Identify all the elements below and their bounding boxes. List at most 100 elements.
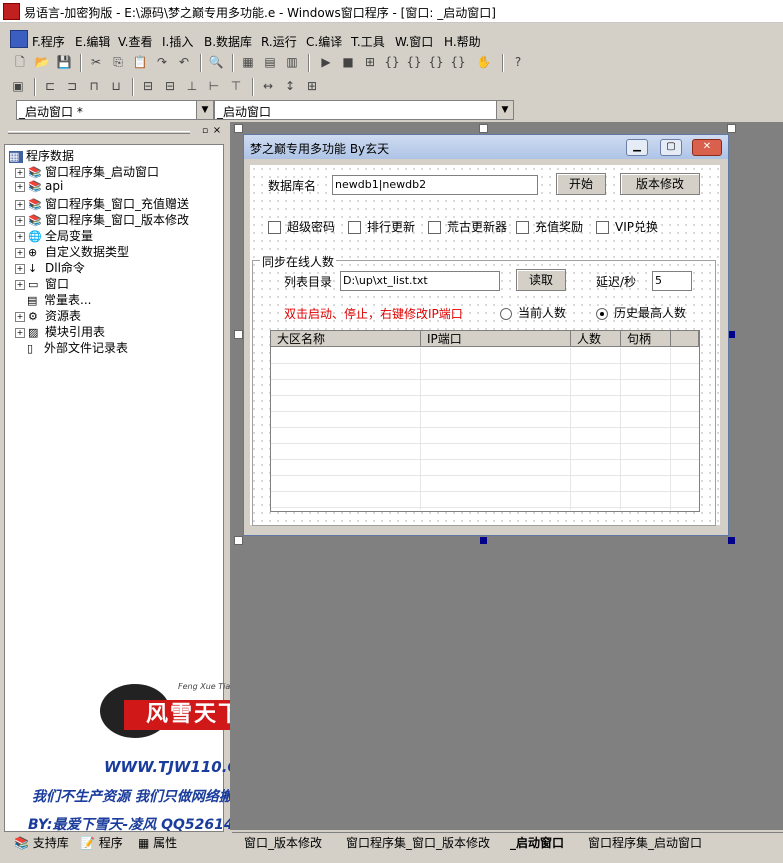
tab-assembly-startup[interactable]: 窗口程序集_启动窗口 xyxy=(588,834,702,850)
align-right-icon[interactable]: ⊐ xyxy=(64,78,80,94)
layout-3-icon[interactable]: ▥ xyxy=(284,54,300,70)
undo-icon[interactable]: ↶ xyxy=(176,54,192,70)
menu-view[interactable]: V.查看 xyxy=(118,33,152,50)
checkbox-icon[interactable] xyxy=(516,221,529,234)
expand-icon[interactable]: + xyxy=(15,181,25,192)
center-h-icon[interactable]: ⊟ xyxy=(140,78,156,94)
chevron-down-icon[interactable]: ▼ xyxy=(496,101,513,119)
server-list-grid[interactable]: 大区名称 IP端口 人数 句柄 xyxy=(270,330,700,512)
column-header-ip[interactable]: IP端口 xyxy=(421,331,571,347)
delay-input[interactable]: 5 xyxy=(652,271,692,291)
column-header-region[interactable]: 大区名称 xyxy=(271,331,421,347)
expand-icon[interactable]: + xyxy=(15,167,25,178)
checkbox-rank-update[interactable]: 排行更新 xyxy=(348,218,415,235)
resize-handle[interactable] xyxy=(234,330,243,339)
save-icon[interactable]: 💾 xyxy=(56,54,72,70)
tree-item[interactable]: + ▨ 模块引用表 xyxy=(15,323,105,340)
debug-1-icon[interactable]: ⊞ xyxy=(362,54,378,70)
start-button[interactable]: 开始 xyxy=(556,173,606,195)
tab-properties[interactable]: ▦ 属性 xyxy=(138,834,177,850)
run-to-icon[interactable]: {} xyxy=(450,54,466,70)
radio-max-count[interactable]: 历史最高人数 xyxy=(596,304,686,321)
tab-window-version[interactable]: 窗口_版本修改 xyxy=(244,834,322,850)
same-size-icon[interactable]: ⊤ xyxy=(228,78,244,94)
tree-item[interactable]: + 📚 窗口程序集_窗口_版本修改 xyxy=(15,211,189,228)
checkbox-recharge-reward[interactable]: 充值奖励 xyxy=(516,218,583,235)
menu-file[interactable]: F.程序 xyxy=(32,33,65,50)
minimize-icon[interactable]: ▁ xyxy=(626,139,648,156)
tab-startup-window[interactable]: _启动窗口 xyxy=(510,834,564,850)
resize-handle[interactable] xyxy=(727,124,736,133)
object-combo[interactable]: _启动窗口 * ▼ xyxy=(16,100,214,120)
close-icon[interactable]: ✕ xyxy=(692,139,722,156)
list-dir-input[interactable]: D:\up\xt_list.txt xyxy=(340,271,500,291)
maximize-icon[interactable]: ▢ xyxy=(660,139,682,156)
resize-handle[interactable] xyxy=(728,331,735,338)
tree-root[interactable]: ▦ 程序数据 xyxy=(9,147,74,164)
tab-assembly-version[interactable]: 窗口程序集_窗口_版本修改 xyxy=(346,834,490,850)
radio-current-count[interactable]: 当前人数 xyxy=(500,304,566,321)
checkbox-icon[interactable] xyxy=(348,221,361,234)
menu-run[interactable]: R.运行 xyxy=(261,33,297,50)
expand-icon[interactable]: + xyxy=(15,311,25,322)
column-header-handle[interactable]: 句柄 xyxy=(621,331,671,347)
grid-rows[interactable] xyxy=(271,348,699,510)
expand-icon[interactable]: + xyxy=(15,247,25,258)
cut-icon[interactable]: ✂ xyxy=(88,54,104,70)
event-combo[interactable]: _启动窗口 ▼ xyxy=(214,100,514,120)
same-height-icon[interactable]: ⊢ xyxy=(206,78,222,94)
new-file-icon[interactable]: 🗋 xyxy=(12,54,28,70)
hand-icon[interactable]: ✋ xyxy=(476,54,492,70)
tree-item[interactable]: + 🌐 全局变量 xyxy=(15,227,93,244)
layout-1-icon[interactable]: ▦ xyxy=(240,54,256,70)
expand-icon[interactable]: + xyxy=(15,199,25,210)
tree-item[interactable]: ▤ 常量表... xyxy=(27,291,91,308)
expand-icon[interactable]: + xyxy=(15,215,25,226)
tree-item[interactable]: + ▭ 窗口 xyxy=(15,275,69,292)
resize-handle[interactable] xyxy=(479,124,488,133)
read-button[interactable]: 读取 xyxy=(516,269,566,291)
checkbox-vip-exchange[interactable]: VIP兑换 xyxy=(596,218,658,235)
open-folder-icon[interactable]: 📂 xyxy=(34,54,50,70)
layout-2-icon[interactable]: ▤ xyxy=(262,54,278,70)
tree-item[interactable]: + ↓ Dll命令 xyxy=(15,259,85,276)
step-into-icon[interactable]: {} xyxy=(384,54,400,70)
tree-item[interactable]: + ⚙ 资源表 xyxy=(15,307,81,324)
menu-database[interactable]: B.数据库 xyxy=(204,33,252,50)
version-button[interactable]: 版本修改 xyxy=(620,173,700,195)
tab-program[interactable]: 📝 程序 xyxy=(80,834,123,850)
expand-icon[interactable]: + xyxy=(15,327,25,338)
checkbox-ancient-updater[interactable]: 荒古更新器 xyxy=(428,218,507,235)
form-caption-bar[interactable]: 梦之巅专用多功能 By玄天 ▁ ▢ ✕ xyxy=(244,135,728,159)
menu-edit[interactable]: E.编辑 xyxy=(75,33,110,50)
panel-restore-icon[interactable]: ▫ xyxy=(200,126,210,136)
chevron-down-icon[interactable]: ▼ xyxy=(196,101,213,119)
tree-item[interactable]: ▯ 外部文件记录表 xyxy=(27,339,128,356)
paste-icon[interactable]: 📋 xyxy=(132,54,148,70)
find-icon[interactable]: 🔍 xyxy=(208,54,224,70)
step-out-icon[interactable]: {} xyxy=(428,54,444,70)
same-width-icon[interactable]: ⊥ xyxy=(184,78,200,94)
step-over-icon[interactable]: {} xyxy=(406,54,422,70)
help-icon[interactable]: ? xyxy=(510,54,526,70)
menu-window[interactable]: W.窗口 xyxy=(395,33,433,50)
checkbox-icon[interactable] xyxy=(268,221,281,234)
panel-grip[interactable] xyxy=(8,131,190,134)
resize-handle[interactable] xyxy=(480,537,487,544)
panel-close-icon[interactable]: × xyxy=(212,126,222,136)
expand-icon[interactable]: + xyxy=(15,263,25,274)
tree-item[interactable]: + 📚 窗口程序集_启动窗口 xyxy=(15,163,159,180)
align-top-icon[interactable]: ⊓ xyxy=(86,78,102,94)
center-v-icon[interactable]: ⊟ xyxy=(162,78,178,94)
redo-icon[interactable]: ↷ xyxy=(154,54,170,70)
space-v-icon[interactable]: ↕ xyxy=(282,78,298,94)
resize-handle[interactable] xyxy=(234,536,243,545)
align-left-icon[interactable]: ⊏ xyxy=(42,78,58,94)
tab-support-library[interactable]: 📚 支持库 xyxy=(14,834,69,850)
align-bottom-icon[interactable]: ⊔ xyxy=(108,78,124,94)
column-header-count[interactable]: 人数 xyxy=(571,331,621,347)
resize-handle[interactable] xyxy=(234,124,243,133)
menu-compile[interactable]: C.编译 xyxy=(306,33,342,50)
radio-icon[interactable] xyxy=(500,307,512,320)
center-form-icon[interactable]: ⊞ xyxy=(304,78,320,94)
